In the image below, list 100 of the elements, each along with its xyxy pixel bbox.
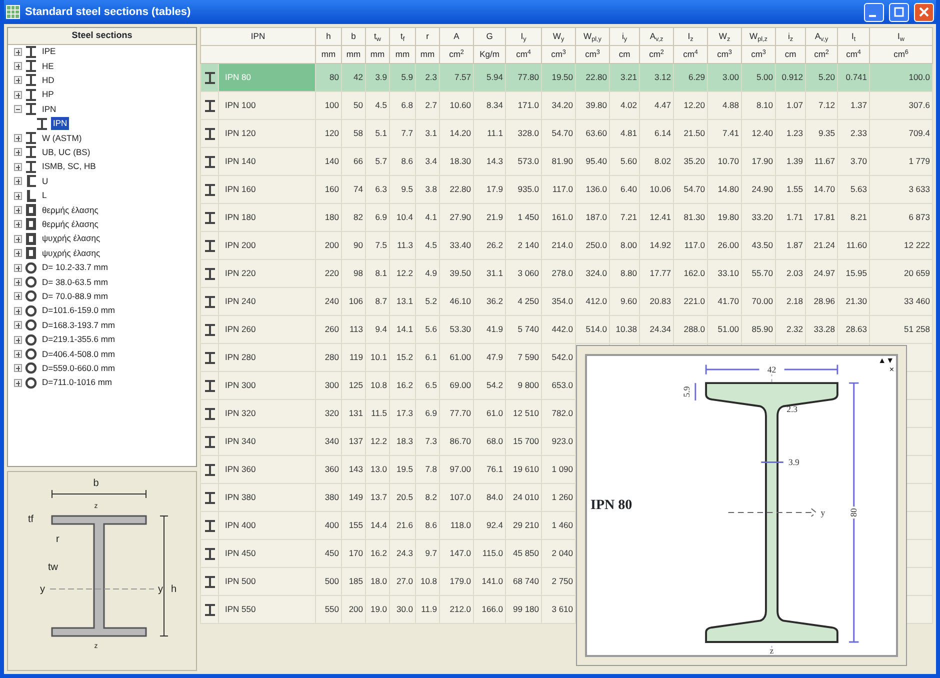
close-button[interactable] — [914, 2, 934, 22]
tree-item[interactable]: HE — [40, 60, 56, 72]
axis-label: z — [769, 645, 774, 655]
column-header[interactable]: W$_{pl,y}$ — [576, 28, 610, 46]
column-header[interactable]: b — [342, 28, 366, 46]
tree-item[interactable]: W (ASTM) — [40, 132, 84, 144]
column-header[interactable]: I$_{w}$ — [870, 28, 932, 46]
tree-item[interactable]: D= 70.0-88.9 mm — [40, 290, 110, 303]
tree-item[interactable]: D= 10.2-33.7 mm — [40, 261, 110, 274]
scroll-up-button[interactable]: ▲ — [878, 356, 886, 364]
tree-item[interactable]: IPE — [40, 45, 58, 58]
tree-item[interactable]: ψυχρής έλασης — [40, 232, 102, 246]
expand-toggle[interactable] — [14, 76, 22, 84]
tree-item[interactable]: D=101.6-159.0 mm — [40, 304, 117, 318]
minimize-button[interactable] — [864, 2, 884, 22]
tree-item[interactable]: HD — [40, 74, 56, 87]
column-header[interactable]: t$_{w}$ — [366, 28, 390, 46]
tree-item[interactable]: θερμής έλασης — [40, 218, 100, 231]
tree-item[interactable]: D=219.1-355.6 mm — [40, 333, 117, 346]
maximize-button[interactable] — [889, 2, 909, 22]
column-header[interactable]: i$_{y}$ — [610, 28, 640, 46]
column-header[interactable]: G — [474, 28, 506, 46]
table-row[interactable]: IPN 180 180 82 6.9 10.4 4.1 27.90 21.9 1 450 161.0 187.0 7.21 12.41 81.30 19.80 33.20 1.71 17.81 8.21 6 873 — [200, 204, 932, 232]
unit-header: cm$^{4}$ — [838, 46, 870, 64]
tree-item[interactable]: D=406.4-508.0 mm — [40, 348, 117, 360]
expand-toggle[interactable] — [14, 264, 22, 272]
column-header[interactable]: W$_{z}$ — [708, 28, 742, 46]
column-header[interactable]: t$_{f}$ — [390, 28, 416, 46]
column-header[interactable]: I$_{t}$ — [838, 28, 870, 46]
expand-toggle[interactable] — [14, 364, 22, 372]
table-row[interactable]: IPN 240 240 106 8.7 13.1 5.2 46.10 36.2 4 250 354.0 412.0 9.60 20.83 221.0 41.70 70.00 2.18 28.96 21.30 33 460 — [200, 288, 932, 316]
tree-item[interactable]: UB, UC (BS) — [40, 146, 92, 159]
table-cell: 171.0 — [506, 92, 542, 120]
tree-item[interactable]: IPN — [40, 102, 58, 116]
table-cell: 100 — [316, 92, 342, 120]
expand-toggle[interactable] — [14, 48, 22, 56]
column-header[interactable]: I$_{z}$ — [674, 28, 708, 46]
expand-toggle[interactable] — [14, 134, 22, 142]
expand-toggle[interactable] — [14, 278, 22, 286]
table-row[interactable]: IPN 160 160 74 6.3 9.5 3.8 22.80 17.9 935.0 117.0 136.0 6.40 10.06 54.70 14.80 24.90 1.55 14.70 5.63 3 633 — [200, 176, 932, 204]
column-header[interactable]: W$_{y}$ — [542, 28, 576, 46]
tree-item[interactable]: HP — [40, 88, 56, 102]
column-header[interactable]: h — [316, 28, 342, 46]
i-beam-icon — [204, 182, 216, 196]
expand-toggle[interactable] — [14, 192, 22, 200]
expand-toggle[interactable] — [14, 206, 22, 214]
table-cell: 17.9 — [474, 176, 506, 204]
tree-item[interactable]: ISMB, SC, HB — [40, 160, 98, 174]
table-cell: 7.12 — [806, 92, 838, 120]
table-cell: 4.02 — [610, 92, 640, 120]
table-cell: 250.0 — [576, 232, 610, 260]
table-cell: 8.1 — [366, 260, 390, 288]
table-row[interactable]: IPN 220 220 98 8.1 12.2 4.9 39.50 31.1 3 060 278.0 324.0 8.80 17.77 162.0 33.10 55.70 2.03 24.97 15.95 20 659 — [200, 260, 932, 288]
table-row[interactable]: IPN 140 140 66 5.7 8.6 3.4 18.30 14.3 573.0 81.90 95.40 5.60 8.02 35.20 10.70 17.90 1.39 11.67 3.70 1 779 — [200, 148, 932, 176]
expand-toggle[interactable] — [14, 148, 22, 156]
expand-toggle[interactable] — [14, 306, 22, 315]
table-cell: 354.0 — [542, 288, 576, 316]
table-cell: 99 180 — [506, 596, 542, 624]
expand-toggle[interactable] — [14, 90, 22, 99]
expand-toggle[interactable] — [14, 249, 22, 258]
expand-toggle[interactable] — [14, 336, 22, 344]
tree-item[interactable]: L — [40, 189, 49, 202]
tree-item[interactable]: D=559.0-660.0 mm — [40, 362, 117, 375]
expand-toggle[interactable] — [14, 62, 22, 70]
table-row[interactable]: IPN 100 100 50 4.5 6.8 2.7 10.60 8.34 171.0 34.20 39.80 4.02 4.47 12.20 4.88 8.10 1.07 7.12 1.37 307.6 — [200, 92, 932, 120]
table-row[interactable]: IPN 80 80 42 3.9 5.9 2.3 7.57 5.94 77.80 19.50 22.80 3.21 3.12 6.29 3.00 5.00 0.912 5.20 0.741 100.0 — [200, 64, 932, 92]
table-row[interactable]: IPN 120 120 58 5.1 7.7 3.1 14.20 11.1 328.0 54.70 63.60 4.81 6.14 21.50 7.41 12.40 1.23 9.35 2.33 709.4 — [200, 120, 932, 148]
tree-item[interactable]: D=711.0-1016 mm — [40, 376, 114, 390]
expand-toggle[interactable] — [14, 350, 22, 358]
expand-toggle[interactable] — [14, 292, 22, 300]
expand-toggle[interactable] — [14, 220, 22, 228]
table-cell: 33 460 — [870, 288, 932, 316]
tree-item[interactable]: U — [40, 174, 50, 188]
tree-item[interactable]: θερμής έλασης — [40, 204, 100, 216]
expand-toggle[interactable] — [14, 177, 22, 186]
table-cell: 340 — [316, 428, 342, 456]
table-row[interactable]: IPN 260 260 113 9.4 14.1 5.6 53.30 41.9 5 740 442.0 514.0 10.38 24.34 288.0 51.00 85.90 2.32 33.28 28.63 51 258 — [200, 316, 932, 344]
tree-item[interactable]: IPN — [51, 117, 70, 130]
tree-item[interactable]: D=168.3-193.7 mm — [40, 318, 117, 332]
column-header[interactable]: IPN — [200, 28, 316, 46]
scroll-down-button[interactable]: ▼ — [886, 356, 894, 364]
table-cell: 34.20 — [542, 92, 576, 120]
column-header[interactable]: r — [416, 28, 440, 46]
column-header[interactable]: A$_{v,z}$ — [640, 28, 674, 46]
expand-toggle[interactable] — [14, 162, 22, 171]
column-header[interactable]: I$_{y}$ — [506, 28, 542, 46]
table-cell: 1 260 — [542, 484, 576, 512]
table-row[interactable]: IPN 200 200 90 7.5 11.3 4.5 33.40 26.2 2 140 214.0 250.0 8.00 14.92 117.0 26.00 43.50 1.87 21.24 11.60 12 222 — [200, 232, 932, 260]
column-header[interactable]: A$_{v,y}$ — [806, 28, 838, 46]
table-cell: 66 — [342, 148, 366, 176]
close-button[interactable]: × — [889, 364, 894, 374]
column-header[interactable]: i$_{z}$ — [776, 28, 806, 46]
expand-toggle[interactable] — [14, 378, 22, 387]
expand-toggle[interactable] — [14, 321, 22, 330]
expand-toggle[interactable] — [14, 234, 22, 243]
tree-item[interactable]: D= 38.0-63.5 mm — [40, 276, 110, 288]
tree-item[interactable]: ψυχρής έλασης — [40, 246, 102, 260]
collapse-toggle[interactable] — [14, 105, 22, 114]
column-header[interactable]: W$_{pl,z}$ — [742, 28, 776, 46]
column-header[interactable]: A — [440, 28, 474, 46]
